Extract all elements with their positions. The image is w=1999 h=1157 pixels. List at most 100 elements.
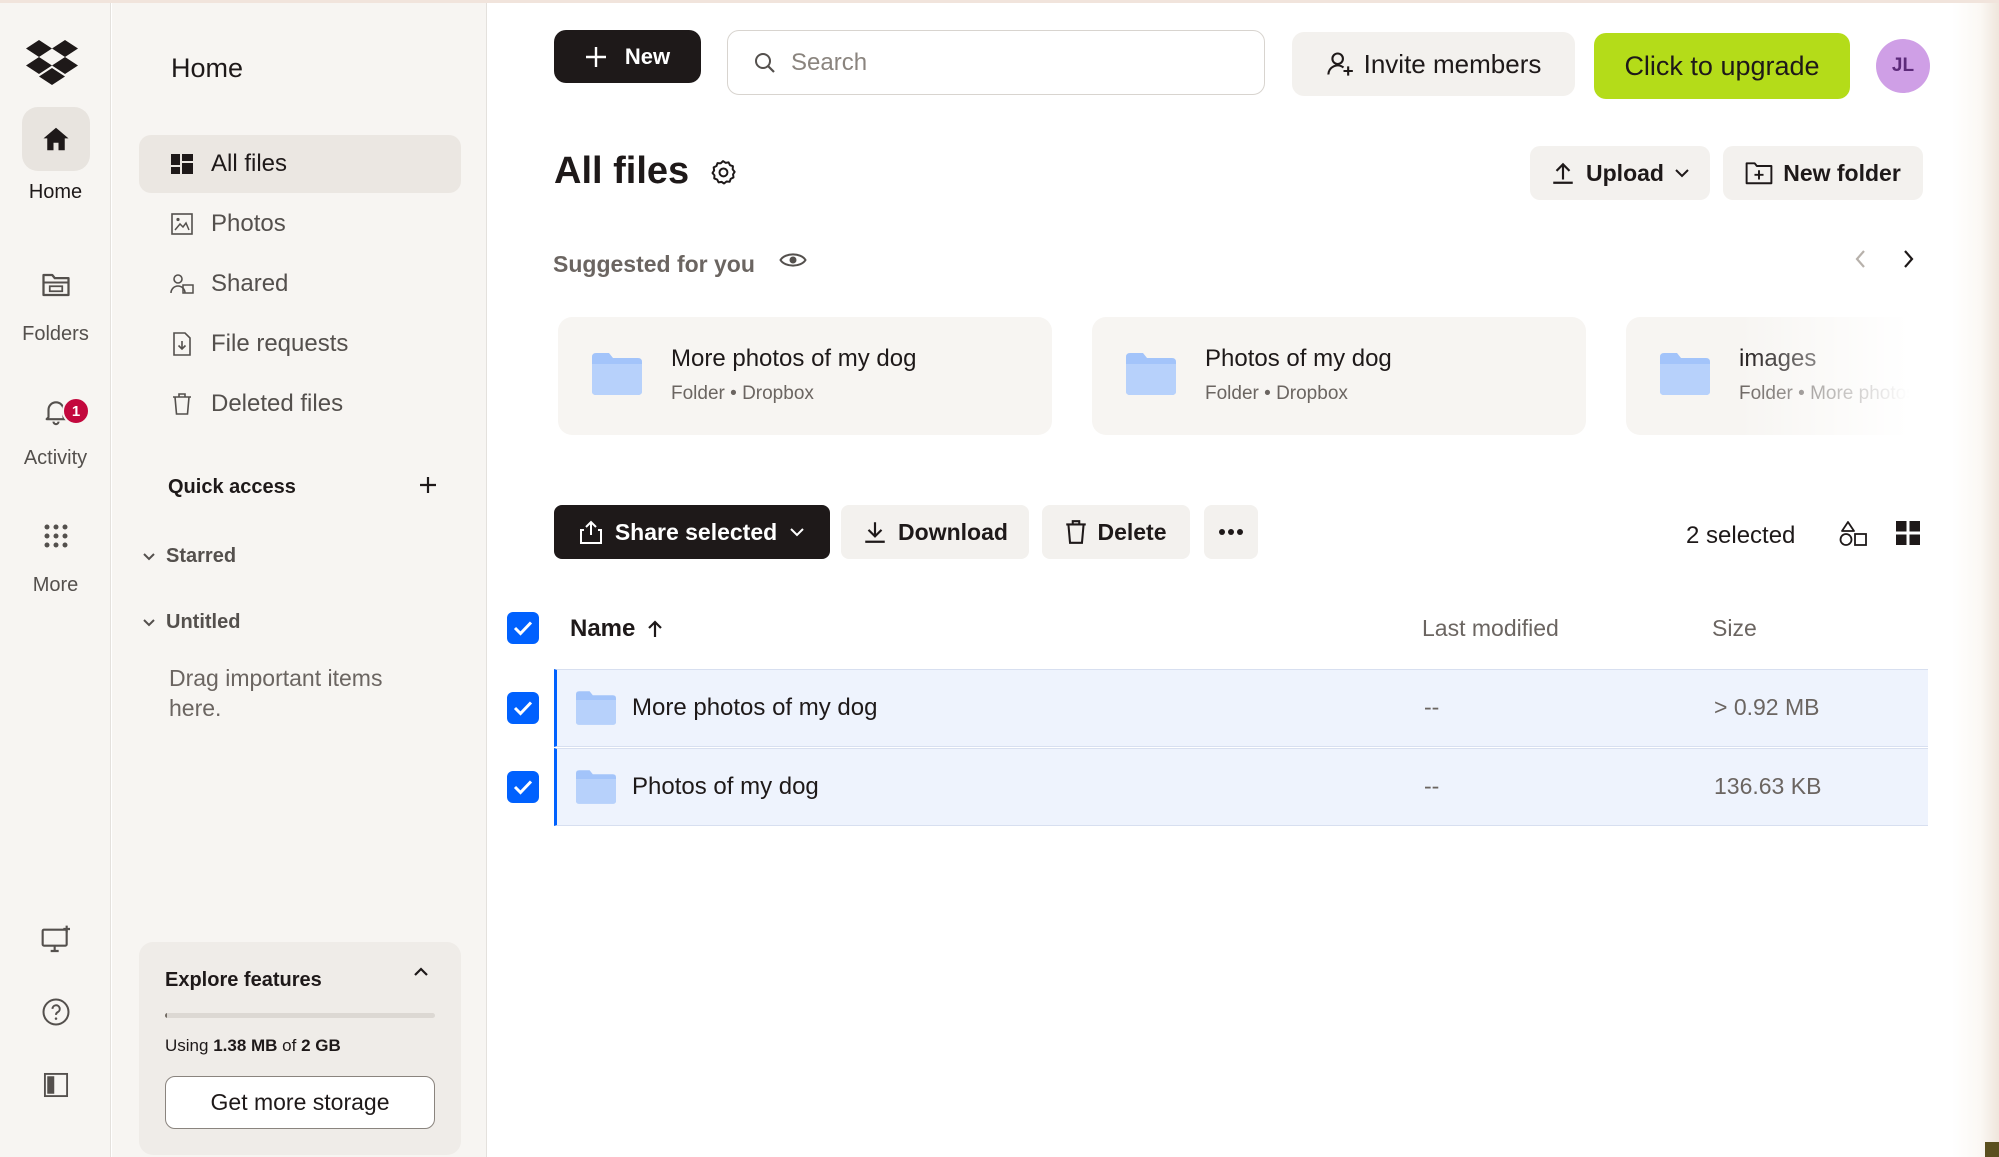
row-checkbox[interactable] <box>507 692 539 724</box>
column-name-label: Name <box>570 615 636 642</box>
nav-item-all-files[interactable]: All files <box>139 135 461 193</box>
eye-icon <box>779 250 807 270</box>
window-edge <box>1952 3 1999 1157</box>
carousel-next-button[interactable] <box>1901 248 1915 270</box>
plus-icon <box>585 46 625 68</box>
share-icon <box>579 519 603 545</box>
select-all-checkbox[interactable] <box>507 612 539 644</box>
folder-icon <box>592 353 642 395</box>
share-selected-button[interactable]: Share selected <box>554 505 830 559</box>
sidebar-toggle-icon <box>42 1071 70 1099</box>
desktop-app-icon <box>40 924 72 954</box>
folder-icon <box>576 691 616 725</box>
drag-hint: Drag important items here. <box>169 665 383 721</box>
storage-usage-fill <box>165 1013 168 1018</box>
file-requests-icon <box>169 331 195 357</box>
nav-item-photos[interactable]: Photos <box>139 195 461 253</box>
collapse-explore-button[interactable] <box>413 966 429 978</box>
upload-button[interactable]: Upload <box>1530 146 1710 200</box>
rail-item-home[interactable]: Home <box>0 107 111 204</box>
usage-total: 2 GB <box>301 1036 341 1055</box>
search-input[interactable] <box>791 48 1231 77</box>
usage-prefix: Using <box>165 1036 214 1055</box>
search-field[interactable] <box>727 30 1265 95</box>
new-folder-icon <box>1745 161 1783 185</box>
rail-label-home: Home <box>28 181 83 203</box>
upgrade-button[interactable]: Click to upgrade <box>1594 33 1850 99</box>
table-row[interactable]: Photos of my dog -- 136.63 KB <box>554 748 1928 826</box>
explore-features-panel: Explore features Using 1.38 MB of 2 GB G… <box>139 942 461 1155</box>
chevron-up-icon <box>413 966 429 978</box>
storage-usage-text: Using 1.38 MB of 2 GB <box>165 1036 341 1056</box>
delete-button[interactable]: Delete <box>1042 505 1190 559</box>
row-name[interactable]: More photos of my dog <box>632 694 877 722</box>
shapes-view-button[interactable] <box>1838 521 1868 547</box>
row-modified: -- <box>1424 773 1440 799</box>
quick-access-add-button[interactable] <box>412 469 444 501</box>
new-button[interactable]: New <box>554 30 701 83</box>
row-name[interactable]: Photos of my dog <box>632 773 819 801</box>
suggestion-card[interactable]: images Folder • More photos <box>1626 317 1928 435</box>
row-checkbox[interactable] <box>507 771 539 803</box>
column-header-last-modified[interactable]: Last modified <box>1422 615 1559 642</box>
suggested-title: Suggested for you <box>553 251 755 277</box>
toggle-suggestions-button[interactable] <box>779 250 807 270</box>
suggestion-card[interactable]: Photos of my dog Folder • Dropbox <box>1092 317 1586 435</box>
nav-item-shared[interactable]: Shared <box>139 255 461 313</box>
more-actions-button[interactable] <box>1204 505 1258 559</box>
download-button[interactable]: Download <box>841 505 1029 559</box>
check-icon <box>513 779 533 795</box>
folder-settings-button[interactable] <box>709 159 737 187</box>
shared-icon <box>169 271 195 297</box>
carousel-prev-button[interactable] <box>1854 248 1868 270</box>
suggestion-meta: Folder • Dropbox <box>1205 383 1348 404</box>
icon-rail: Home Folders 1 Activity More <box>0 3 111 1157</box>
suggestion-card[interactable]: More photos of my dog Folder • Dropbox <box>558 317 1052 435</box>
rail-item-activity[interactable]: 1 Activity <box>0 391 111 470</box>
shapes-icon <box>1838 521 1868 547</box>
folder-icon <box>41 271 71 299</box>
check-icon <box>513 700 533 716</box>
sidebar-toggle-button[interactable] <box>0 1071 111 1099</box>
rail-label-more: More <box>32 574 79 596</box>
chevron-right-icon <box>1901 248 1915 270</box>
table-row[interactable]: More photos of my dog -- > 0.92 MB <box>554 669 1928 747</box>
selected-count: 2 selected <box>1686 522 1796 549</box>
nav-label-deleted-files: Deleted files <box>211 390 344 417</box>
rail-item-folders[interactable]: Folders <box>0 265 111 346</box>
dropbox-logo-icon[interactable] <box>25 38 79 88</box>
usage-mid: of <box>277 1036 302 1055</box>
notification-badge: 1 <box>62 397 90 425</box>
help-button[interactable] <box>0 997 111 1027</box>
all-files-icon <box>169 151 195 177</box>
nav-label-all-files: All files <box>211 150 288 177</box>
avatar[interactable]: JL <box>1876 39 1930 93</box>
new-folder-button[interactable]: New folder <box>1723 146 1923 200</box>
column-header-name[interactable]: Name <box>570 615 663 643</box>
grid-view-button[interactable] <box>1896 521 1920 545</box>
suggestion-name: Photos of my dog <box>1205 345 1392 372</box>
get-more-storage-button[interactable]: Get more storage <box>165 1076 435 1129</box>
search-icon <box>753 51 791 75</box>
grid-icon <box>43 523 69 549</box>
share-selected-label: Share selected <box>614 518 778 545</box>
suggestion-name: images <box>1739 345 1817 372</box>
download-icon <box>862 519 898 545</box>
invite-members-button[interactable]: Invite members <box>1292 32 1575 96</box>
row-modified: -- <box>1424 694 1440 720</box>
chevron-down-icon <box>789 527 805 538</box>
quick-access-title: Quick access <box>168 476 296 498</box>
desktop-app-button[interactable] <box>0 924 111 954</box>
section-label-starred: Starred <box>166 545 237 567</box>
nav-item-deleted-files[interactable]: Deleted files <box>139 375 461 433</box>
section-starred[interactable]: Starred <box>142 545 236 568</box>
column-header-size[interactable]: Size <box>1712 615 1757 642</box>
rail-label-activity: Activity <box>23 447 88 469</box>
window-corner <box>1985 1142 1999 1157</box>
download-label: Download <box>898 518 1008 545</box>
nav-item-file-requests[interactable]: File requests <box>139 315 461 373</box>
rail-item-more[interactable]: More <box>0 516 111 597</box>
nav-label-photos: Photos <box>211 210 286 237</box>
section-untitled[interactable]: Untitled <box>142 611 240 634</box>
nav-label-shared: Shared <box>211 270 289 297</box>
